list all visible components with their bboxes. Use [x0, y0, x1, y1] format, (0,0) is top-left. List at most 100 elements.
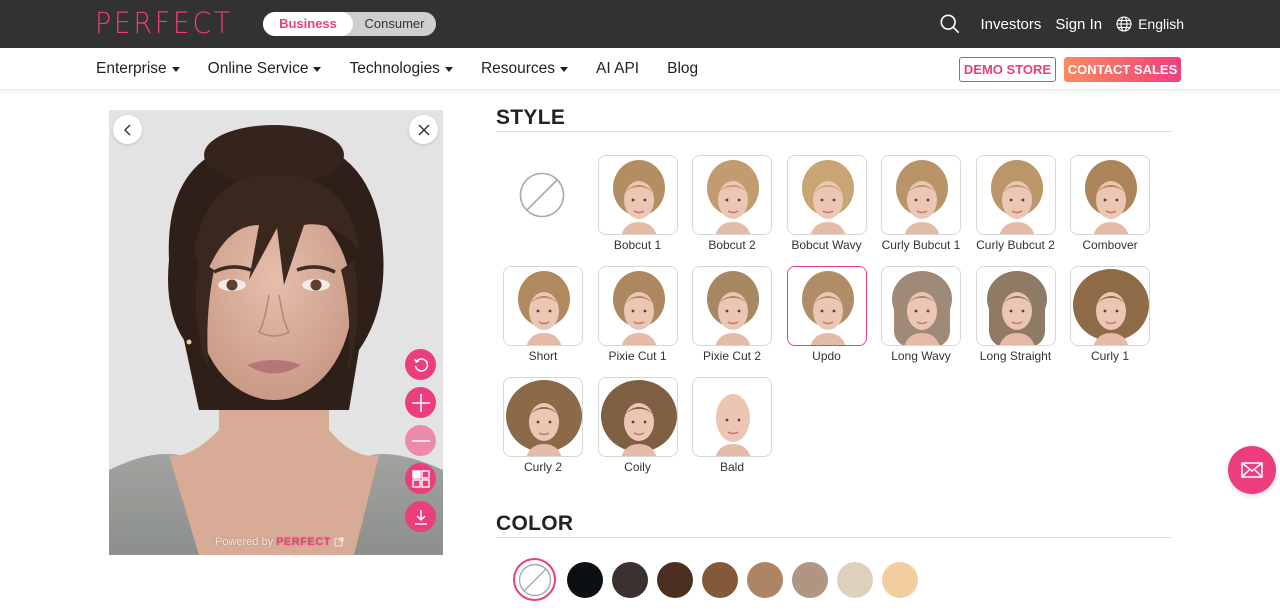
reset-icon [413, 357, 428, 372]
style-option-bald[interactable]: Bald [687, 377, 777, 483]
photo-preview: Powered by PERFECT [109, 110, 443, 555]
style-option-curly-bubcut-2[interactable]: Curly Bubcut 2 [971, 155, 1061, 261]
color-none-option[interactable] [513, 558, 556, 601]
color-divider [496, 537, 1171, 538]
style-option-label: Updo [812, 349, 841, 363]
style-option-bobcut-wavy[interactable]: Bobcut Wavy [782, 155, 872, 261]
caret-down-icon [444, 66, 453, 72]
style-option-long-wavy[interactable]: Long Wavy [876, 266, 966, 372]
zoom-in-button[interactable] [405, 387, 436, 418]
style-thumbnail [692, 155, 772, 235]
style-option-coily[interactable]: Coily [593, 377, 683, 483]
nav-item-label: Online Service [207, 60, 309, 77]
model-photo [109, 110, 443, 555]
toggle-business[interactable]: Business [263, 12, 353, 36]
nav-item-technologies[interactable]: Technologies [349, 60, 453, 78]
top-bar: PERFECT Business Consumer Investors Sign… [0, 0, 1280, 48]
search-icon[interactable] [939, 13, 961, 35]
powered-by-link[interactable]: Powered by PERFECT [215, 536, 344, 548]
color-heading: COLOR [496, 512, 574, 535]
style-option-label: Pixie Cut 1 [608, 349, 667, 363]
close-button[interactable] [409, 115, 438, 144]
external-link-icon [334, 537, 344, 547]
style-option-label: Curly Bubcut 1 [881, 238, 961, 252]
color-swatch-8[interactable] [882, 561, 918, 598]
toggle-consumer[interactable]: Consumer [353, 12, 436, 36]
download-button[interactable] [405, 501, 436, 532]
color-swatch-2[interactable] [612, 561, 648, 598]
style-option-label: Combover [1082, 238, 1138, 252]
nav-item-online-service[interactable]: Online Service [208, 60, 322, 78]
style-option-long-straight[interactable]: Long Straight [971, 266, 1061, 372]
compare-grid-icon [411, 469, 430, 488]
nav-item-label: AI API [596, 60, 640, 77]
style-option-label: Curly 2 [523, 460, 562, 474]
style-option-updo[interactable]: Updo [782, 266, 872, 372]
style-thumbnail [975, 155, 1056, 235]
style-option-label: Long Wavy [891, 349, 951, 363]
contact-mail-button[interactable] [1228, 446, 1276, 494]
reset-button[interactable] [405, 349, 436, 380]
color-swatch-3[interactable] [657, 561, 693, 598]
nav-item-blog[interactable]: Blog [667, 60, 698, 78]
audience-toggle[interactable]: Business Consumer [263, 12, 436, 36]
style-option-label: Bobcut 2 [708, 238, 756, 252]
language-selector[interactable]: English [1116, 16, 1184, 32]
style-thumbnail [881, 155, 961, 235]
style-thumbnail [1070, 266, 1150, 346]
style-option-bobcut-2[interactable]: Bobcut 2 [687, 155, 777, 261]
style-option-combover[interactable]: Combover [1065, 155, 1155, 261]
color-swatch-6[interactable] [792, 561, 828, 598]
style-option-curly-bubcut-1[interactable]: Curly Bubcut 1 [876, 155, 966, 261]
style-option-label: Short [528, 349, 558, 363]
nav-item-ai-api[interactable]: AI API [596, 60, 639, 78]
color-swatches [513, 558, 918, 601]
sign-in-link[interactable]: Sign In [1055, 16, 1102, 33]
style-option-label: Curly 1 [1090, 349, 1129, 363]
style-option-pixie-cut-2[interactable]: Pixie Cut 2 [687, 266, 777, 372]
back-icon [123, 124, 130, 135]
style-option-curly-1[interactable]: Curly 1 [1065, 266, 1155, 372]
contact-sales-button[interactable]: CONTACT SALES [1064, 57, 1181, 82]
style-thumbnail [692, 266, 772, 346]
language-label: English [1138, 16, 1184, 32]
nav-item-resources[interactable]: Resources [480, 60, 569, 78]
style-option-label: Pixie Cut 2 [702, 349, 762, 363]
powered-brand: PERFECT [276, 536, 331, 548]
nav-item-label: Resources [480, 60, 556, 77]
compare-button[interactable] [405, 463, 436, 494]
color-swatch-4[interactable] [702, 561, 738, 598]
zoom-in-icon [411, 393, 430, 412]
style-divider [496, 131, 1171, 132]
style-option-label: Coily [624, 460, 651, 474]
style-option-label: Bobcut 1 [613, 238, 662, 252]
style-option-pixie-cut-1[interactable]: Pixie Cut 1 [593, 266, 683, 372]
zoom-out-button[interactable] [405, 425, 436, 456]
none-icon [519, 172, 565, 218]
investors-link[interactable]: Investors [981, 16, 1042, 33]
nav-item-enterprise[interactable]: Enterprise [96, 60, 180, 78]
caret-down-icon [171, 66, 180, 72]
close-icon [418, 124, 429, 135]
style-thumbnail [597, 377, 678, 457]
style-option-short[interactable]: Short [498, 266, 588, 372]
style-option-bobcut-1[interactable]: Bobcut 1 [593, 155, 683, 261]
color-swatch-1[interactable] [567, 561, 603, 598]
nav-item-label: Technologies [349, 60, 440, 77]
style-thumbnail [786, 266, 867, 346]
style-thumbnail [786, 155, 867, 235]
style-thumbnail [975, 266, 1056, 346]
style-thumbnail [881, 266, 961, 346]
style-thumbnail [503, 266, 583, 346]
style-option-curly-2[interactable]: Curly 2 [498, 377, 588, 483]
caret-down-icon [560, 66, 569, 72]
powered-by-label: Powered by [215, 536, 274, 548]
color-swatch-7[interactable] [837, 561, 873, 598]
demo-store-button[interactable]: DEMO STORE [959, 57, 1056, 82]
perfect-logo[interactable]: PERFECT [95, 6, 233, 40]
style-none-option[interactable] [497, 155, 587, 235]
style-heading: STYLE [496, 106, 566, 129]
color-swatch-5[interactable] [747, 561, 783, 598]
back-button[interactable] [113, 115, 142, 144]
style-option-label: Bald [719, 460, 745, 474]
